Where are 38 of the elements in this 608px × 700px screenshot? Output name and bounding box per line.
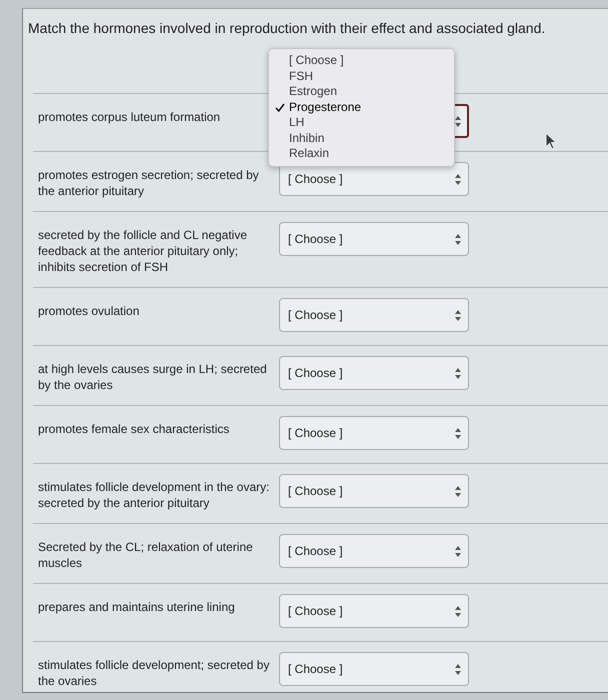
up-down-arrows-icon xyxy=(455,116,461,126)
dropdown-select[interactable]: [ Choose ] xyxy=(279,652,469,686)
dropdown-select[interactable]: [ Choose ] xyxy=(279,474,469,508)
up-down-arrows-icon xyxy=(455,310,461,320)
prompt-text: at high levels causes surge in LH; secreted by the ovaries xyxy=(38,361,268,393)
up-down-arrows-icon xyxy=(455,664,461,674)
up-down-arrows-icon xyxy=(455,606,461,616)
up-down-arrows-icon xyxy=(455,174,461,184)
prompt-text: prepares and maintains uterine lining xyxy=(38,599,236,615)
prompt-text: stimulates follicle development; secreted by the ovaries xyxy=(38,657,270,689)
prompt-text: promotes ovulation xyxy=(38,303,140,319)
prompt-text: promotes female sex characteristics xyxy=(38,421,230,437)
prompt-text: promotes estrogen secretion; secreted by the anterior pituitary xyxy=(38,167,260,199)
prompt-text: secreted by the follicle and CL negative feedback at the anterior pituitary only; inhibits secretion of FSH xyxy=(38,227,248,275)
prompt-text: Secreted by the CL; relaxation of uterine muscles xyxy=(38,539,254,571)
menu-option[interactable]: FSH xyxy=(269,68,454,84)
cursor-icon xyxy=(545,132,557,150)
dropdown-select[interactable]: [ Choose ] xyxy=(279,222,469,256)
up-down-arrows-icon xyxy=(455,234,461,244)
menu-option[interactable]: Relaxin xyxy=(269,146,454,162)
dropdown-select[interactable]: [ Choose ] xyxy=(279,594,469,628)
dropdown-select[interactable]: [ Choose ] xyxy=(279,298,469,332)
dropdown-select[interactable]: [ Choose ] xyxy=(279,534,469,568)
up-down-arrows-icon xyxy=(455,368,461,378)
menu-option[interactable]: Progesterone xyxy=(269,100,454,115)
prompt-text: promotes corpus luteum formation xyxy=(38,109,222,125)
prompt-text: stimulates follicle development in the ovary: secreted by the anterior pituitary xyxy=(38,479,270,511)
dropdown-select[interactable]: [ Choose ] xyxy=(279,416,469,450)
up-down-arrows-icon xyxy=(455,486,461,496)
up-down-arrows-icon xyxy=(455,428,461,438)
dropdown-select[interactable]: [ Choose ] xyxy=(279,356,469,390)
checkmark-icon xyxy=(275,102,285,112)
menu-option[interactable]: Inhibin xyxy=(269,130,454,146)
menu-option[interactable]: LH xyxy=(269,115,454,130)
up-down-arrows-icon xyxy=(455,546,461,556)
menu-option[interactable]: [ Choose ] xyxy=(269,53,454,68)
question-title: Match the hormones involved in reproduction with their effect and associated gland. xyxy=(28,20,546,36)
menu-option[interactable]: Estrogen xyxy=(269,84,454,100)
